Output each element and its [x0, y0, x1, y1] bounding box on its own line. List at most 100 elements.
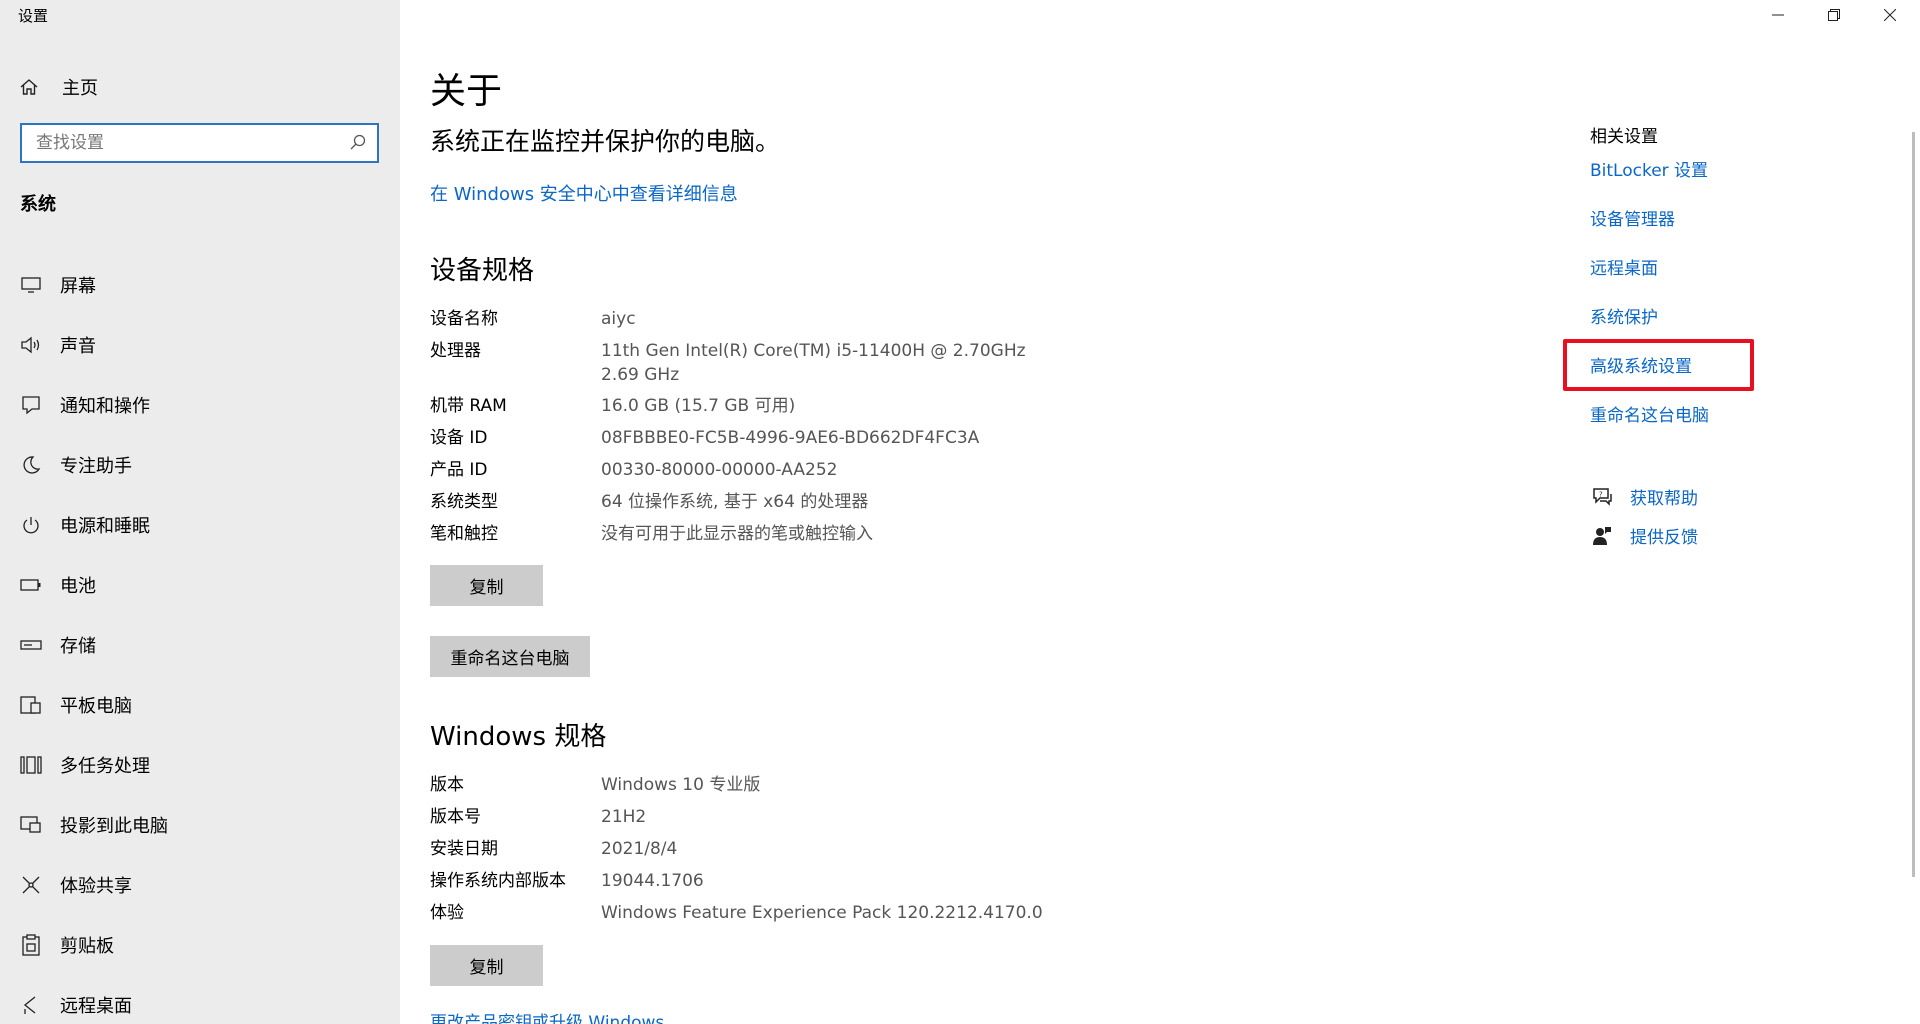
- spec-key: 机带 RAM: [430, 396, 507, 416]
- spec-row: 安装日期 2021/8/4: [430, 837, 1330, 869]
- spec-key: 设备名称: [430, 309, 498, 329]
- advanced-system-settings-link[interactable]: 高级系统设置: [1590, 352, 1692, 377]
- spec-row: 笔和触控 没有可用于此显示器的笔或触控输入: [430, 522, 1330, 554]
- sidebar-item-label: 远程桌面: [60, 996, 132, 1017]
- related-settings-heading: 相关设置: [1590, 127, 1658, 147]
- spec-value: aiyc: [601, 309, 636, 329]
- home-label: 主页: [62, 78, 98, 99]
- power-icon: [20, 514, 42, 536]
- scrollbar[interactable]: [1912, 132, 1915, 877]
- windows-specs-heading: Windows 规格: [430, 722, 607, 752]
- restore-button[interactable]: [1806, 0, 1862, 30]
- copy-device-specs-button[interactable]: 复制: [430, 565, 543, 606]
- spec-value: 08FBBBE0-FC5B-4996-9AE6-BD662DF4FC3A: [601, 428, 980, 448]
- spec-row: 处理器 11th Gen Intel(R) Core(TM) i5-11400H…: [430, 339, 1330, 394]
- spec-key: 体验: [430, 903, 464, 923]
- security-center-link[interactable]: 在 Windows 安全中心中查看详细信息: [430, 180, 738, 206]
- page-title: 关于: [430, 71, 503, 112]
- search-input[interactable]: [22, 128, 342, 158]
- spec-value: 19044.1706: [601, 871, 704, 891]
- remote-desktop-link[interactable]: 远程桌面: [1590, 254, 1658, 279]
- sidebar-item-label: 存储: [60, 636, 96, 657]
- settings-window: 设置 主页 系统 屏幕 声音 通知和操作: [0, 0, 1920, 1024]
- copy-windows-specs-button[interactable]: 复制: [430, 945, 543, 986]
- feedback-icon: [1590, 524, 1614, 548]
- sidebar-item-label: 平板电脑: [60, 696, 132, 717]
- section-heading: 系统: [20, 194, 56, 215]
- minimize-button[interactable]: [1750, 0, 1806, 30]
- spec-row: 版本号 21H2: [430, 805, 1330, 837]
- sidebar-item-label: 电源和睡眠: [60, 516, 150, 537]
- monitor-icon: [20, 274, 42, 296]
- sidebar-item-label: 声音: [60, 336, 96, 357]
- upgrade-windows-link[interactable]: 更改产品密钥或升级 Windows: [430, 1008, 664, 1024]
- sidebar-item-label: 屏幕: [60, 276, 96, 297]
- minimize-icon: [1772, 6, 1784, 25]
- notification-icon: [20, 394, 42, 416]
- clipboard-icon: [20, 934, 42, 956]
- device-manager-link[interactable]: 设备管理器: [1590, 205, 1675, 230]
- restore-icon: [1828, 6, 1840, 25]
- get-help-row: ? 获取帮助: [1590, 484, 1698, 509]
- moon-icon: [20, 454, 42, 476]
- close-icon: [1883, 6, 1897, 25]
- spec-value: Windows Feature Experience Pack 120.2212…: [601, 903, 1043, 923]
- sidebar: 设置 主页 系统 屏幕 声音 通知和操作: [0, 0, 400, 1024]
- device-specs-table: 设备名称 aiyc 处理器 11th Gen Intel(R) Core(TM)…: [430, 307, 1330, 554]
- speaker-icon: [20, 334, 42, 356]
- sidebar-item-notifications[interactable]: 通知和操作: [0, 375, 400, 435]
- sidebar-item-clipboard[interactable]: 剪贴板: [0, 915, 400, 975]
- remote-desktop-icon: [20, 994, 42, 1016]
- spec-key: 笔和触控: [430, 524, 498, 544]
- home-nav-item[interactable]: 主页: [18, 71, 98, 103]
- multitask-icon: [20, 754, 42, 776]
- storage-icon: [20, 634, 42, 656]
- spec-value: Windows 10 专业版: [601, 775, 761, 795]
- sidebar-nav: 屏幕 声音 通知和操作 专注助手 电源和睡眠 电池 存储 平板电脑 多任务处理 …: [0, 255, 400, 1024]
- spec-key: 系统类型: [430, 492, 498, 512]
- spec-key: 设备 ID: [430, 428, 488, 448]
- system-protection-link[interactable]: 系统保护: [1590, 303, 1658, 328]
- rename-pc-button[interactable]: 重命名这台电脑: [430, 636, 590, 677]
- protection-status: 系统正在监控并保护你的电脑。: [430, 127, 781, 156]
- app-title: 设置: [18, 7, 49, 25]
- help-chat-icon: ?: [1590, 485, 1614, 509]
- spec-row: 机带 RAM 16.0 GB (15.7 GB 可用): [430, 394, 1330, 426]
- sidebar-item-label: 多任务处理: [60, 756, 150, 777]
- spec-row: 体验 Windows Feature Experience Pack 120.2…: [430, 901, 1330, 933]
- sidebar-item-sound[interactable]: 声音: [0, 315, 400, 375]
- sidebar-item-remote-desktop[interactable]: 远程桌面: [0, 975, 400, 1024]
- sidebar-item-multitasking[interactable]: 多任务处理: [0, 735, 400, 795]
- feedback-row: 提供反馈: [1590, 523, 1698, 548]
- sidebar-item-display[interactable]: 屏幕: [0, 255, 400, 315]
- spec-key: 处理器: [430, 341, 481, 361]
- sidebar-item-tablet[interactable]: 平板电脑: [0, 675, 400, 735]
- sidebar-item-shared-experiences[interactable]: 体验共享: [0, 855, 400, 915]
- rename-pc-link[interactable]: 重命名这台电脑: [1590, 401, 1709, 426]
- sidebar-item-focus-assist[interactable]: 专注助手: [0, 435, 400, 495]
- close-button[interactable]: [1862, 0, 1918, 30]
- spec-value: 64 位操作系统, 基于 x64 的处理器: [601, 492, 869, 512]
- sidebar-item-label: 电池: [60, 576, 96, 597]
- spec-row: 系统类型 64 位操作系统, 基于 x64 的处理器: [430, 490, 1330, 522]
- svg-text:?: ?: [1599, 490, 1603, 498]
- battery-icon: [20, 574, 42, 596]
- bitlocker-settings-link[interactable]: BitLocker 设置: [1590, 156, 1708, 181]
- sidebar-item-battery[interactable]: 电池: [0, 555, 400, 615]
- sidebar-item-label: 剪贴板: [60, 936, 114, 957]
- sidebar-item-power-sleep[interactable]: 电源和睡眠: [0, 495, 400, 555]
- spec-key: 操作系统内部版本: [430, 871, 566, 891]
- windows-specs-table: 版本 Windows 10 专业版 版本号 21H2 安装日期 2021/8/4…: [430, 773, 1330, 933]
- spec-key: 版本号: [430, 807, 481, 827]
- share-icon: [20, 874, 42, 896]
- sidebar-item-label: 投影到此电脑: [60, 816, 168, 837]
- spec-row: 操作系统内部版本 19044.1706: [430, 869, 1330, 901]
- sidebar-item-storage[interactable]: 存储: [0, 615, 400, 675]
- spec-key: 版本: [430, 775, 464, 795]
- sidebar-item-project-to-pc[interactable]: 投影到此电脑: [0, 795, 400, 855]
- feedback-link[interactable]: 提供反馈: [1630, 523, 1698, 548]
- sidebar-item-label: 体验共享: [60, 876, 132, 897]
- spec-row: 设备名称 aiyc: [430, 307, 1330, 339]
- search-icon[interactable]: [349, 133, 367, 151]
- get-help-link[interactable]: 获取帮助: [1630, 484, 1698, 509]
